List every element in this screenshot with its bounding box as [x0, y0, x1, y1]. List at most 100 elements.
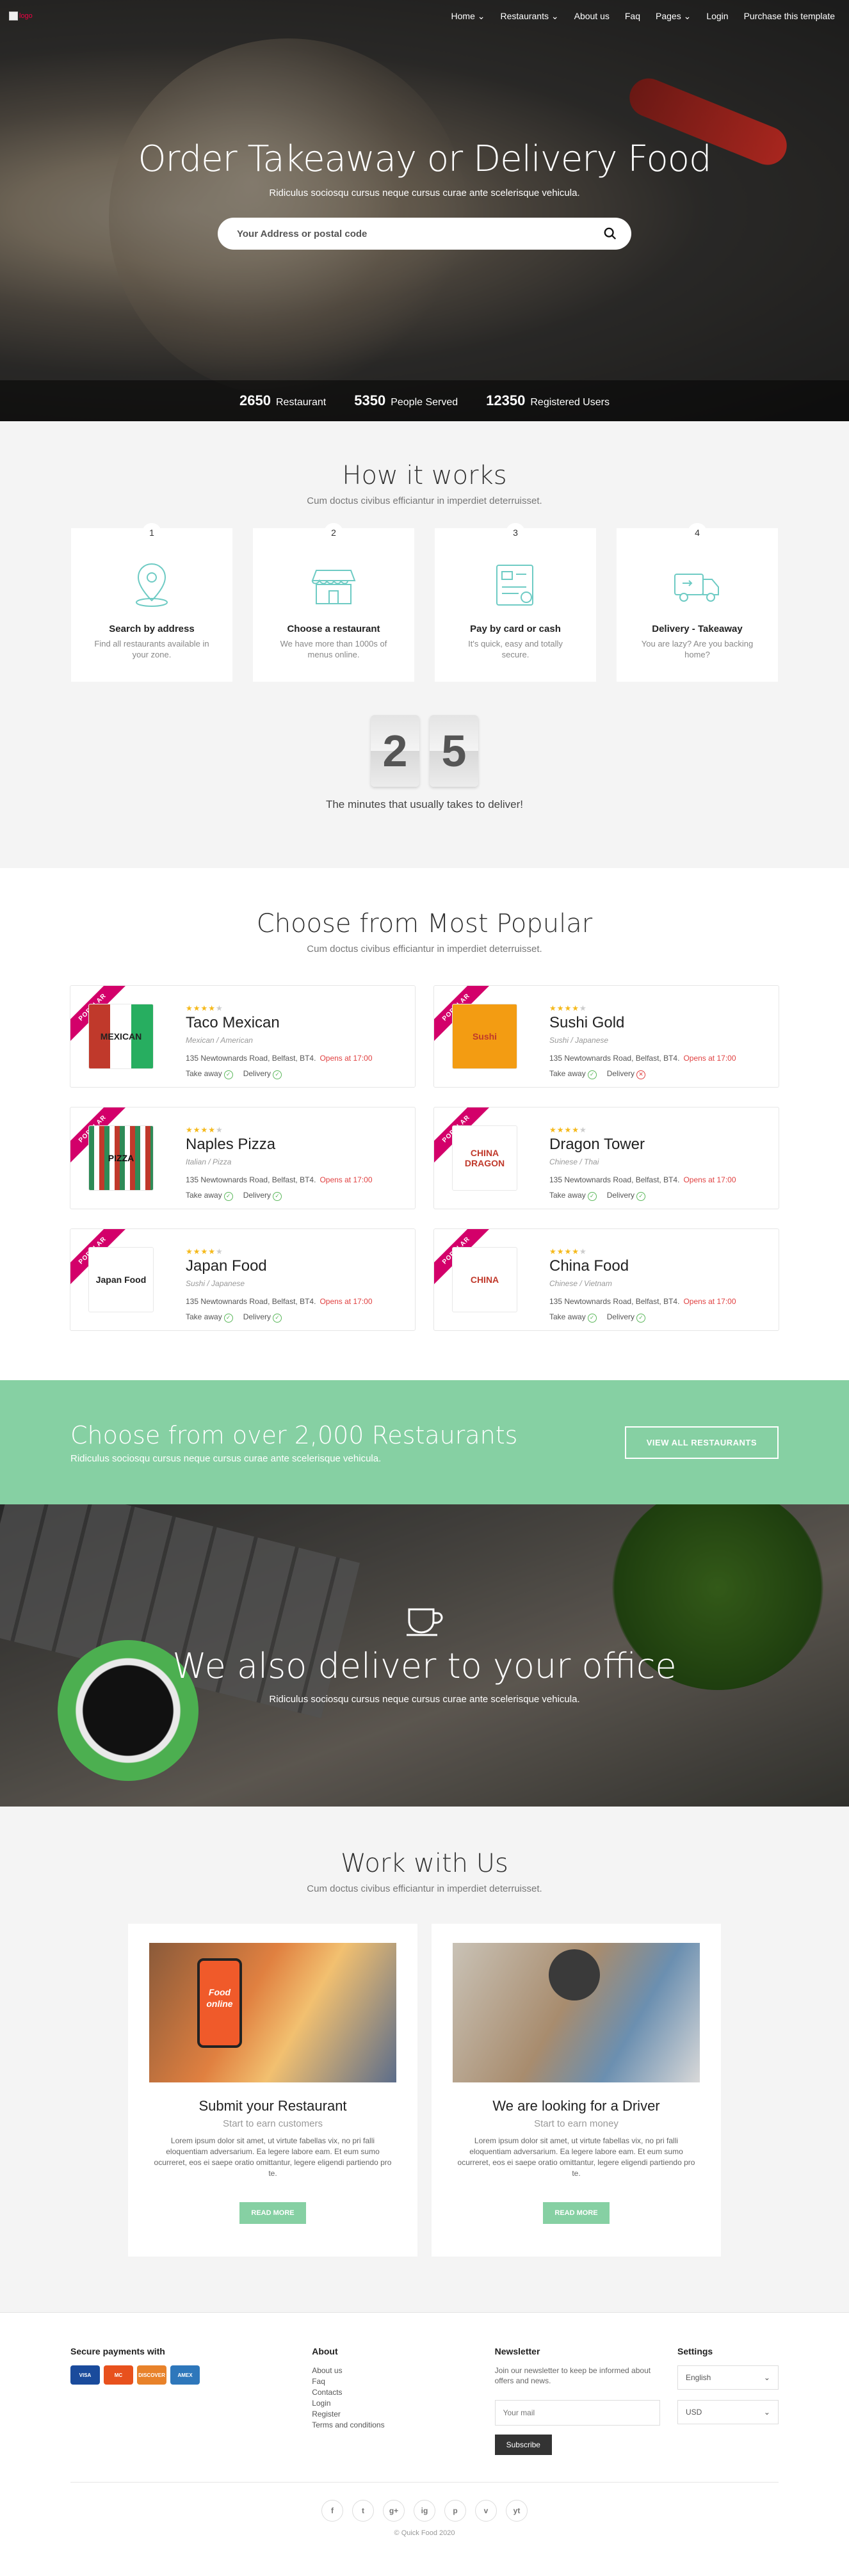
popular-section: Choose from Most Popular Cum doctus civi…	[0, 868, 849, 1380]
read-more-button[interactable]: READ MORE	[239, 2202, 306, 2224]
facebook-icon[interactable]: f	[321, 2500, 343, 2522]
footer-link[interactable]: Register	[312, 2409, 494, 2420]
footer-columns: Secure payments with VISA MC DISCOVER AMEX …	[70, 2346, 779, 2455]
top-nav: logo Home ⌄ Restaurants ⌄ About us Faq P…	[0, 0, 849, 32]
service-flags: Take away ✓ Delivery ✓	[549, 1191, 779, 1201]
nav-item-faq[interactable]: Faq	[625, 11, 640, 22]
youtube-icon[interactable]: yt	[506, 2500, 528, 2522]
restaurant-card[interactable]: POPULAR Sushi ★★★★★ Sushi Gold Sushi / J…	[433, 985, 779, 1088]
step-text: Find all restaurants available in your z…	[94, 639, 209, 659]
restaurant-address: 135 Newtownards Road, Belfast, BT4. Opens…	[549, 1175, 736, 1184]
step-title: Search by address	[109, 624, 195, 634]
language-select[interactable]: English ⌄	[677, 2365, 779, 2390]
payments-column: Secure payments with VISA MC DISCOVER AMEX	[70, 2346, 312, 2455]
restaurant-name[interactable]: Japan Food	[186, 1257, 415, 1275]
read-more-button[interactable]: READ MORE	[543, 2202, 610, 2224]
nav-item-home[interactable]: Home ⌄	[451, 11, 485, 22]
hero-title: Order Takeaway or Delivery Food	[138, 138, 711, 180]
chevron-down-icon: ⌄	[551, 10, 559, 21]
address-search-input[interactable]	[237, 228, 603, 239]
step-number: 3	[506, 523, 525, 542]
nav-item-login[interactable]: Login	[706, 11, 728, 22]
rating-stars: ★★★★★	[186, 1125, 223, 1134]
footer-link[interactable]: Faq	[312, 2376, 494, 2387]
step-card: 1 Search by address Find all restaurants…	[71, 523, 232, 682]
service-flags: Take away ✓ Delivery ✕	[549, 1069, 779, 1079]
settings-column: Settings English ⌄ USD ⌄	[677, 2346, 779, 2455]
restaurant-type: Mexican / American	[186, 1036, 253, 1045]
step-text: You are lazy? Are you backing home?	[641, 639, 754, 659]
twitter-icon[interactable]: t	[352, 2500, 374, 2522]
restaurant-name[interactable]: Dragon Tower	[549, 1136, 779, 1154]
step-card: 2 Choose a restaurant We have more than …	[253, 523, 414, 682]
opening-time: Opens at 17:00	[319, 1175, 373, 1184]
delivery-flag: Delivery ✓	[243, 1312, 282, 1323]
view-all-restaurants-button[interactable]: VIEW ALL RESTAURANTS	[624, 1426, 779, 1459]
driver-photo	[453, 1943, 700, 2082]
step-number: 1	[142, 523, 161, 542]
payment-card-icon: DISCOVER	[137, 2365, 166, 2385]
check-icon: ✓	[636, 1192, 646, 1201]
payment-cards: VISA MC DISCOVER AMEX	[70, 2365, 312, 2385]
google-plus-icon[interactable]: g+	[383, 2500, 405, 2522]
footer-link[interactable]: About us	[312, 2365, 494, 2376]
office-delivery-section: We also deliver to your office Ridiculus…	[0, 1504, 849, 1807]
nav-item-about[interactable]: About us	[574, 11, 610, 22]
restaurant-card[interactable]: POPULAR PIZZA ★★★★★ Naples Pizza Italian…	[70, 1107, 416, 1209]
restaurant-name[interactable]: Naples Pizza	[186, 1136, 415, 1154]
restaurant-address: 135 Newtownards Road, Belfast, BT4. Opens…	[186, 1175, 373, 1184]
footer-link[interactable]: Contacts	[312, 2387, 494, 2398]
step-title: Pay by card or cash	[470, 624, 561, 634]
nav-item-restaurants[interactable]: Restaurants ⌄	[501, 11, 559, 22]
restaurant-logo: CHINA	[452, 1247, 517, 1312]
chevron-down-icon: ⌄	[763, 2408, 770, 2417]
logo[interactable]: logo	[9, 12, 33, 20]
restaurant-logo: MEXICAN	[88, 1004, 154, 1069]
service-flags: Take away ✓ Delivery ✓	[186, 1069, 415, 1079]
instagram-icon[interactable]: ig	[414, 2500, 435, 2522]
nav-item-pages[interactable]: Pages ⌄	[656, 11, 691, 22]
section-title: Work with Us	[341, 1849, 508, 1878]
restaurant-type: Sushi / Japanese	[186, 1279, 245, 1288]
step-title: Delivery - Takeaway	[652, 624, 743, 634]
submit-restaurant-card: Food online Submit your Restaurant Start…	[128, 1924, 417, 2257]
restaurant-name[interactable]: China Food	[549, 1257, 779, 1275]
restaurant-photo: Food online	[149, 1943, 396, 2082]
check-icon: ✓	[223, 1314, 233, 1323]
vimeo-icon[interactable]: v	[475, 2500, 497, 2522]
stat-people-served: 5350 People Served	[354, 392, 458, 408]
steps: 1 Search by address Find all restaurants…	[0, 523, 849, 682]
check-icon: ✓	[587, 1314, 597, 1323]
restaurant-card[interactable]: POPULAR Japan Food ★★★★★ Japan Food Sush…	[70, 1228, 416, 1331]
opening-time: Opens at 17:00	[683, 1297, 736, 1306]
newsletter-column: Newsletter Join our newsletter to keep b…	[494, 2346, 677, 2455]
search-icon[interactable]	[603, 227, 617, 241]
card-text: Lorem ipsum dolor sit amet, ut virtute f…	[457, 2136, 695, 2178]
newsletter-email-input[interactable]	[494, 2400, 660, 2426]
subscribe-button[interactable]: Subscribe	[494, 2435, 552, 2455]
restaurant-name[interactable]: Sushi Gold	[549, 1014, 779, 1032]
restaurant-name[interactable]: Taco Mexican	[186, 1014, 415, 1032]
step-title: Choose a restaurant	[287, 624, 380, 634]
rating-stars: ★★★★★	[549, 1247, 587, 1256]
stat-registered-users: 12350 Registered Users	[486, 392, 610, 408]
truck-icon	[674, 574, 719, 602]
footer-link[interactable]: Login	[312, 2398, 494, 2409]
broken-image-icon	[9, 12, 18, 20]
opening-time: Opens at 17:00	[319, 1054, 373, 1063]
footer-link[interactable]: Terms and conditions	[312, 2420, 494, 2431]
currency-select[interactable]: USD ⌄	[677, 2400, 779, 2424]
office-title: We also deliver to your office	[172, 1646, 677, 1686]
restaurant-card[interactable]: POPULAR MEXICAN ★★★★★ Taco Mexican Mexic…	[70, 985, 416, 1088]
takeaway-flag: Take away ✓	[549, 1069, 597, 1079]
restaurant-type: Sushi / Japanese	[549, 1036, 609, 1045]
nav-item-purchase[interactable]: Purchase this template	[744, 11, 835, 22]
payment-card-icon: MC	[104, 2365, 133, 2385]
restaurant-address: 135 Newtownards Road, Belfast, BT4. Opens…	[549, 1054, 736, 1063]
pinterest-icon[interactable]: p	[444, 2500, 466, 2522]
about-column: About About us Faq Contacts Login Register Te…	[312, 2346, 494, 2455]
restaurant-card[interactable]: POPULAR CHINA ★★★★★ China Food Chinese /…	[433, 1228, 779, 1331]
restaurant-card[interactable]: POPULAR CHINA DRAGON ★★★★★ Dragon Tower …	[433, 1107, 779, 1209]
opening-time: Opens at 17:00	[683, 1175, 736, 1184]
step-number: 2	[324, 523, 343, 542]
